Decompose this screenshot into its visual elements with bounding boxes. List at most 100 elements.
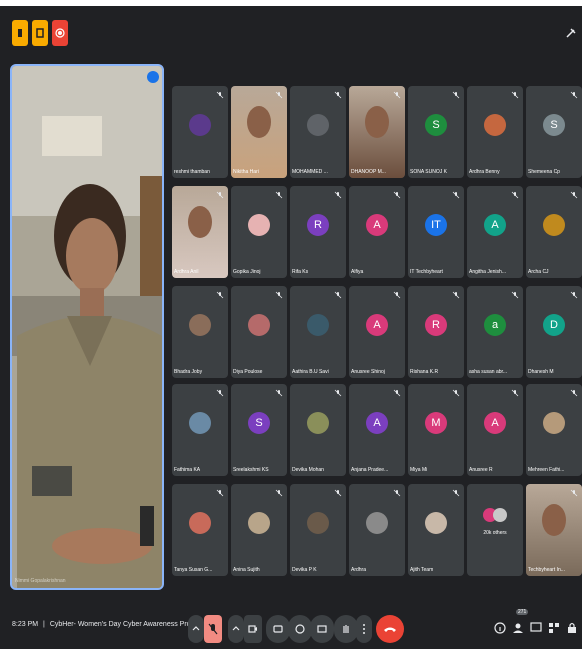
participant-avatar xyxy=(189,412,211,434)
raise-hand-button[interactable] xyxy=(334,615,358,643)
mic-muted-icon xyxy=(216,291,224,299)
participant-tile[interactable]: Ardhra Anil xyxy=(172,186,228,278)
notes-icon-button[interactable] xyxy=(32,20,48,46)
participant-video xyxy=(172,186,228,278)
participant-tile[interactable]: Archa CJ xyxy=(526,186,582,278)
participant-tile[interactable]: DHANOOP M... xyxy=(349,86,405,178)
mic-muted-icon xyxy=(452,191,460,199)
participant-tile[interactable]: A Angitha Jenish... xyxy=(467,186,523,278)
others-count: 20k others xyxy=(483,530,507,536)
participant-tile[interactable]: R Rifa Ks xyxy=(290,186,346,278)
meeting-title: CybHer- Women's Day Cyber Awareness Pro.… xyxy=(49,621,197,628)
chat-button[interactable] xyxy=(528,619,544,637)
video-options-button[interactable] xyxy=(228,615,244,643)
mic-muted-icon xyxy=(334,91,342,99)
participant-name: Anina Sujith xyxy=(233,567,260,573)
host-controls-button[interactable] xyxy=(564,619,580,637)
captions-icon xyxy=(273,625,283,633)
participant-tile[interactable]: Devika P K xyxy=(290,484,346,576)
mic-muted-icon xyxy=(393,489,401,497)
more-options-button[interactable] xyxy=(356,615,372,643)
participant-tile[interactable]: A Anjana Pradee... xyxy=(349,384,405,476)
recording-icon-button[interactable] xyxy=(52,20,68,46)
participant-tile[interactable]: MOHAMMED ... xyxy=(290,86,346,178)
participant-avatar: D xyxy=(543,314,565,336)
participant-name: Anusree Shinoj xyxy=(351,369,385,375)
presenter-caption: Nimmi Gopalakrishnan xyxy=(15,578,66,584)
captions-button[interactable] xyxy=(266,615,290,643)
participant-avatar xyxy=(189,114,211,136)
mic-muted-icon xyxy=(216,91,224,99)
participant-name: reshmi thamban xyxy=(174,169,210,175)
participant-tile[interactable]: S Sreelakshmi KS xyxy=(231,384,287,476)
participant-tile[interactable]: IT IT Techbyheart xyxy=(408,186,464,278)
participant-avatar: IT xyxy=(425,214,447,236)
camera-button[interactable] xyxy=(244,615,262,643)
mic-muted-icon xyxy=(570,389,578,397)
participant-tile[interactable]: Diya Poulose xyxy=(231,286,287,378)
participant-avatar: A xyxy=(366,214,388,236)
end-call-icon xyxy=(384,627,396,632)
mic-muted-icon xyxy=(452,291,460,299)
participant-tile[interactable]: Mehreen Fathi... xyxy=(526,384,582,476)
participant-tile[interactable]: Nikitha Hari xyxy=(231,86,287,178)
participant-video xyxy=(231,86,287,178)
mic-muted-icon xyxy=(393,91,401,99)
info-button[interactable] xyxy=(492,619,508,637)
participant-tile[interactable]: Anina Sujith xyxy=(231,484,287,576)
activities-button[interactable] xyxy=(546,619,562,637)
leave-call-button[interactable] xyxy=(376,615,404,643)
mic-muted-icon xyxy=(393,291,401,299)
participant-face xyxy=(542,504,566,536)
participant-avatar xyxy=(307,314,329,336)
bottom-bar: 8:23 PM | CybHer- Women's Day Cyber Awar… xyxy=(0,605,582,649)
participant-avatar: S xyxy=(425,114,447,136)
pin-icon[interactable] xyxy=(564,26,578,40)
participant-tile[interactable]: R Rishana K.R xyxy=(408,286,464,378)
participant-tile[interactable]: Ajith Team xyxy=(408,484,464,576)
participant-avatar xyxy=(366,512,388,534)
participant-tile[interactable]: Ardhra Benny xyxy=(467,86,523,178)
emoji-button[interactable] xyxy=(288,615,312,643)
participant-avatar xyxy=(543,412,565,434)
mic-muted-icon xyxy=(452,91,460,99)
participant-avatar: A xyxy=(484,214,506,236)
participant-tile[interactable]: Ardhra xyxy=(349,484,405,576)
speaking-indicator-icon xyxy=(147,71,159,83)
participant-avatar: A xyxy=(484,412,506,434)
present-button[interactable] xyxy=(310,615,334,643)
participant-tile[interactable]: A Anusree R xyxy=(467,384,523,476)
mic-muted-icon xyxy=(393,191,401,199)
participant-tile[interactable]: reshmi thamban xyxy=(172,86,228,178)
participant-tile[interactable]: S Shemeena Cp xyxy=(526,86,582,178)
mic-button[interactable] xyxy=(204,615,222,643)
mic-muted-icon xyxy=(570,191,578,199)
participant-name: SONA SUNOJ K xyxy=(410,169,447,175)
participant-tile[interactable]: Tanya Susan G... xyxy=(172,484,228,576)
participant-tile[interactable]: A Anusree Shinoj xyxy=(349,286,405,378)
participant-tile[interactable]: Devika Mohan xyxy=(290,384,346,476)
participant-count-badge: 271 xyxy=(516,609,529,615)
participant-tile[interactable]: a asha susan abr... xyxy=(467,286,523,378)
meeting-time: 8:23 PM xyxy=(12,621,39,628)
presenter-tile[interactable]: Nimmi Gopalakrishnan xyxy=(10,64,164,590)
presenter-video xyxy=(12,66,162,588)
audio-options-button[interactable] xyxy=(188,615,204,643)
participant-tile[interactable]: A Alfiya xyxy=(349,186,405,278)
participant-face xyxy=(365,106,389,138)
participant-tile[interactable]: Techbyheart In... xyxy=(526,484,582,576)
participant-avatar: R xyxy=(425,314,447,336)
participant-tile[interactable]: D Dhanesh M xyxy=(526,286,582,378)
top-bar xyxy=(0,6,582,58)
participant-tile[interactable]: M Miya Mi xyxy=(408,384,464,476)
participant-tile[interactable]: Aathira B.U Savi xyxy=(290,286,346,378)
participant-tile[interactable]: Fathima KA xyxy=(172,384,228,476)
hand-icon-button[interactable] xyxy=(12,20,28,46)
participant-tile[interactable]: Gopika Jinoj xyxy=(231,186,287,278)
participant-tile[interactable]: 20k others xyxy=(467,484,523,576)
participant-name: Mehreen Fathi... xyxy=(528,467,565,473)
activities-icon xyxy=(549,623,559,633)
people-button[interactable] xyxy=(510,619,526,637)
participant-tile[interactable]: Bhadra Joby xyxy=(172,286,228,378)
participant-tile[interactable]: S SONA SUNOJ K xyxy=(408,86,464,178)
